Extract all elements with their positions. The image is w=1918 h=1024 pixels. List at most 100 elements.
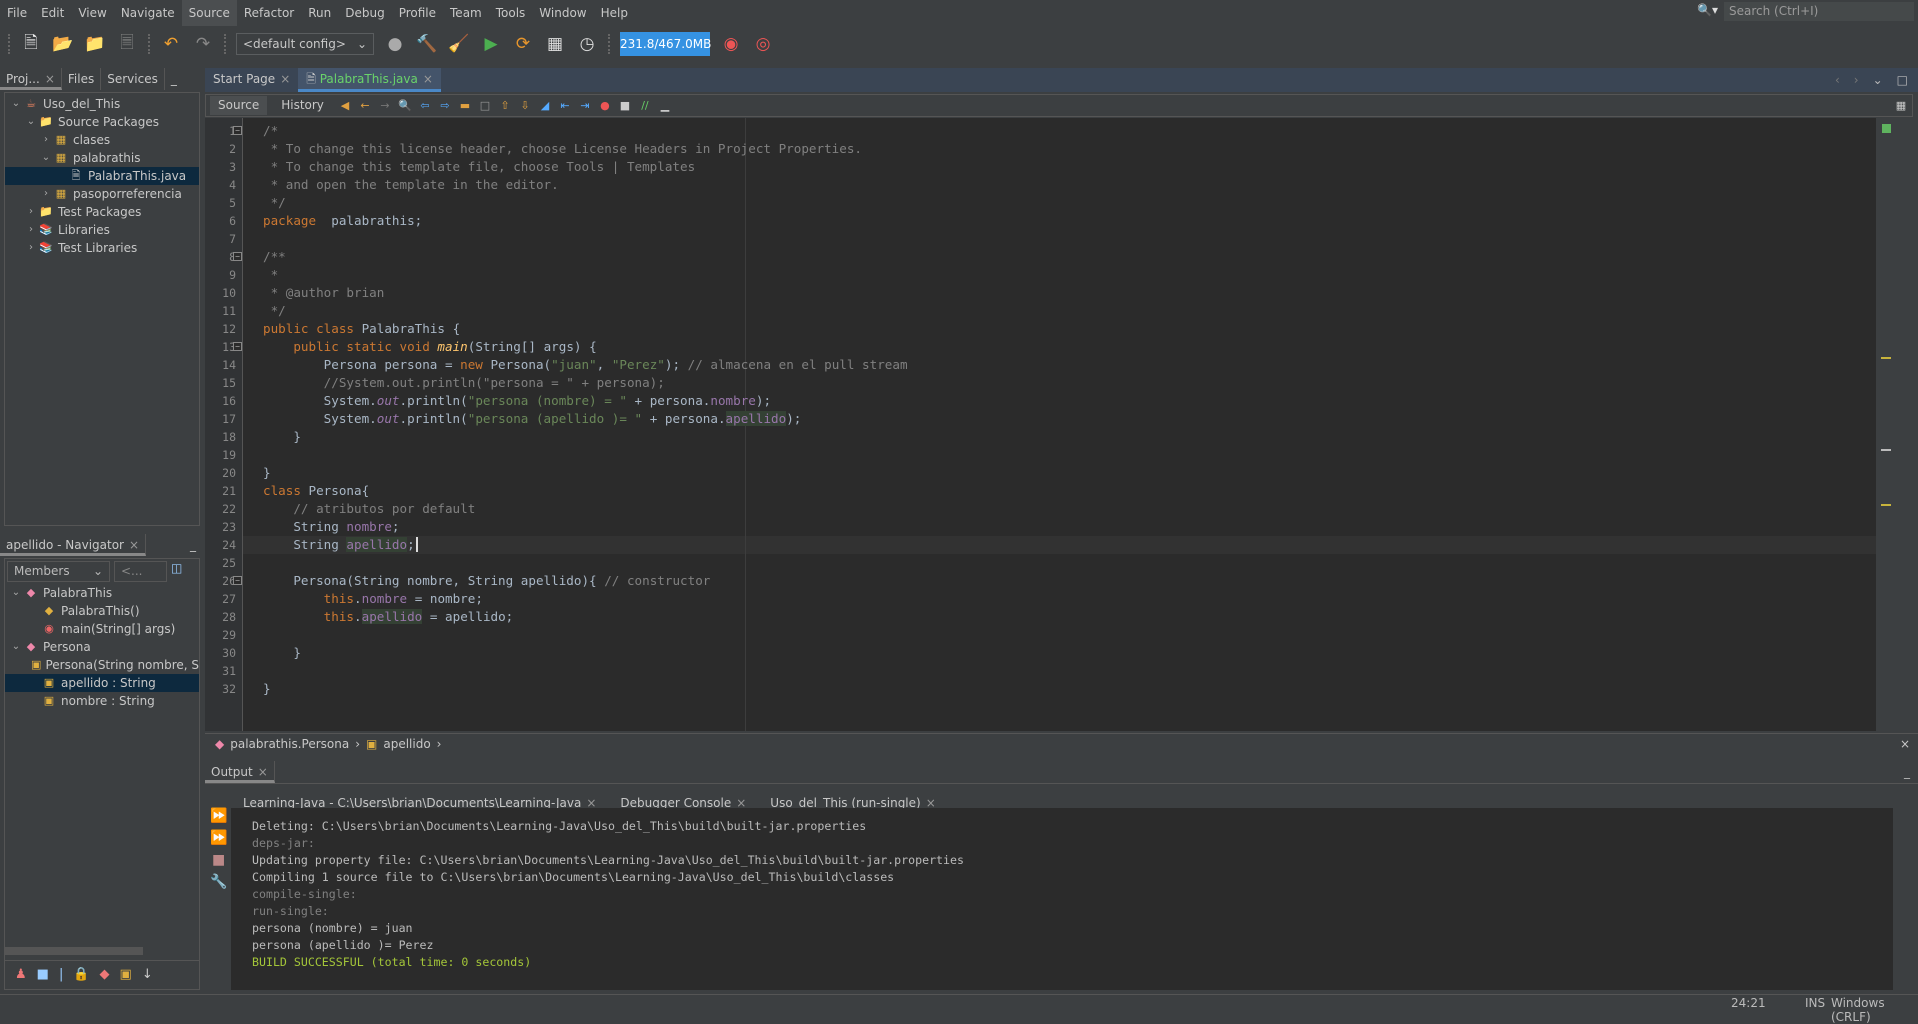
tree-item[interactable]: ▣ nombre : String [5, 692, 199, 710]
scroll-left-icon[interactable]: ‹ [1835, 68, 1840, 92]
mark-occurrence[interactable] [1881, 357, 1891, 359]
fqn-icon[interactable]: ▣ [120, 967, 132, 982]
record-macro-icon[interactable]: ● [598, 99, 612, 113]
tree-item[interactable]: › 📚 Test Libraries [5, 239, 199, 257]
mark-occurrence[interactable] [1881, 504, 1891, 506]
close-icon[interactable]: × [45, 72, 55, 86]
tree-item[interactable]: ⌄ ◆ PalabraThis [5, 584, 199, 602]
line-endings[interactable]: Windows (CRLF) [1831, 996, 1918, 1024]
uncomment-icon[interactable]: ▁ [658, 99, 672, 113]
chevron-down-icon[interactable]: ⌄ [9, 584, 23, 602]
toggle-highlight-icon[interactable]: ▬ [458, 99, 472, 113]
code-editor[interactable]: 1234567891011121314151617181920212223242… [205, 118, 1897, 731]
tree-item[interactable]: 🗎 PalabraThis.java [5, 167, 199, 185]
open-project-icon[interactable]: 📁 [84, 33, 106, 55]
fold-toggle-icon[interactable]: − [233, 126, 242, 135]
tab-navigator[interactable]: apellido - Navigator × [0, 534, 147, 556]
breadcrumb-item[interactable]: apellido [383, 737, 430, 751]
tree-item[interactable]: ▣ Persona(String nombre, S [5, 656, 199, 674]
memory-indicator[interactable]: 231.8/467.0MB [620, 32, 711, 56]
menu-edit[interactable]: Edit [34, 0, 71, 26]
tab-files[interactable]: Files [62, 68, 102, 90]
menu-help[interactable]: Help [594, 0, 635, 26]
fold-toggle-icon[interactable]: − [233, 576, 242, 585]
undo-icon[interactable]: ↶ [160, 33, 182, 55]
tree-item[interactable]: ◆ PalabraThis() [5, 602, 199, 620]
close-icon[interactable]: × [423, 72, 433, 86]
breadcrumb-item[interactable]: palabrathis.Persona [230, 737, 349, 751]
fold-toggle-icon[interactable]: − [233, 252, 242, 261]
find-previous-icon[interactable]: ⇦ [418, 99, 432, 113]
fields-filter-icon[interactable]: ■ [37, 967, 49, 982]
close-icon[interactable]: × [280, 72, 290, 86]
tree-item[interactable]: ⌄ ▦ palabrathis [5, 149, 199, 167]
close-icon[interactable]: × [129, 538, 139, 552]
tree-item[interactable]: › ▦ clases [5, 131, 199, 149]
tab-output[interactable]: Output × [205, 760, 275, 783]
chevron-right-icon[interactable]: › [39, 185, 53, 203]
close-icon[interactable]: × [1900, 737, 1910, 751]
shift-left-icon[interactable]: ⇤ [558, 99, 572, 113]
sort-az-icon[interactable]: ↓ [142, 967, 153, 982]
fold-toggle-icon[interactable]: − [233, 342, 242, 351]
find-next-icon[interactable]: ⇨ [438, 99, 452, 113]
menu-view[interactable]: View [71, 0, 113, 26]
chevron-down-icon[interactable]: ⌄ [39, 149, 53, 167]
maximize-icon[interactable]: □ [1897, 68, 1908, 92]
menu-file[interactable]: File [0, 0, 34, 26]
horizontal-scrollbar[interactable] [5, 947, 143, 955]
comment-icon[interactable]: // [638, 99, 652, 113]
minimize-icon[interactable]: _ [184, 534, 202, 556]
config-select[interactable]: <default config> ⌄ [236, 33, 374, 55]
menu-window[interactable]: Window [532, 0, 593, 26]
forward-icon[interactable]: → [378, 99, 392, 113]
static-filter-icon[interactable]: | [59, 967, 63, 982]
rerun-different-params-icon[interactable]: ⏩ [210, 830, 231, 846]
last-edit-icon[interactable]: ◀ [338, 99, 352, 113]
new-file-icon[interactable]: 🗎 [20, 33, 42, 55]
rerun-icon[interactable]: ⟳ [512, 33, 534, 55]
scope-select[interactable]: <... [114, 561, 167, 582]
settings-icon[interactable]: 🔧 [210, 874, 231, 890]
menu-run[interactable]: Run [301, 0, 338, 26]
clean-build-icon[interactable]: 🧹 [448, 33, 470, 55]
tree-item[interactable]: ▣ apellido : String [5, 674, 199, 692]
tree-item[interactable]: › 📁 Test Packages [5, 203, 199, 221]
scroll-right-icon[interactable]: › [1854, 68, 1859, 92]
chevron-down-icon[interactable]: ⌄ [9, 95, 23, 113]
tree-item[interactable]: ⌄ ◆ Persona [5, 638, 199, 656]
find-icon[interactable]: 🔍 [398, 99, 412, 113]
search-icon[interactable]: 🔍▾ [1697, 3, 1718, 17]
tab-history[interactable]: History [273, 96, 332, 115]
close-project-icon[interactable]: 🗏 [116, 33, 138, 55]
chevron-down-icon[interactable]: ⌄ [24, 113, 38, 131]
tree-item[interactable]: › ▦ pasoporreferencia [5, 185, 199, 203]
gc-target-icon[interactable]: ◎ [752, 33, 774, 55]
caret-position[interactable]: 24:21 [1731, 996, 1766, 1010]
tab-source[interactable]: Source [210, 96, 268, 115]
menu-team[interactable]: Team [443, 0, 489, 26]
prev-bookmark-icon[interactable]: ⇧ [498, 99, 512, 113]
menu-navigate[interactable]: Navigate [114, 0, 182, 26]
output-console[interactable]: Deleting: C:\Users\brian\Documents\Learn… [231, 808, 1905, 990]
inherited-members-icon[interactable]: ♟ [15, 967, 27, 982]
navigator-options-icon[interactable]: ◫ [171, 561, 189, 579]
class-filter-icon[interactable]: ◆ [100, 967, 110, 982]
tab-start-page[interactable]: Start Page × [205, 68, 298, 92]
chevron-right-icon[interactable]: › [39, 131, 53, 149]
menu-tools[interactable]: Tools [489, 0, 533, 26]
search-input[interactable]: Search (Ctrl+I) [1724, 2, 1914, 21]
menu-debug[interactable]: Debug [338, 0, 391, 26]
back-icon[interactable]: ← [358, 99, 372, 113]
chevron-right-icon[interactable]: › [24, 239, 38, 257]
new-project-icon[interactable]: 📂 [52, 33, 74, 55]
minimize-icon[interactable]: _ [165, 68, 183, 90]
gc-icon[interactable]: ◉ [720, 33, 742, 55]
stop-icon[interactable]: ■ [212, 852, 231, 868]
rect-select-icon[interactable]: □ [478, 99, 492, 113]
minimize-icon[interactable]: _ [1904, 765, 1910, 779]
vertical-scrollbar[interactable] [1893, 808, 1905, 990]
run-icon[interactable]: ▶ [480, 33, 502, 55]
rerun-icon[interactable]: ⏩ [210, 808, 231, 824]
chevron-right-icon[interactable]: › [24, 221, 38, 239]
